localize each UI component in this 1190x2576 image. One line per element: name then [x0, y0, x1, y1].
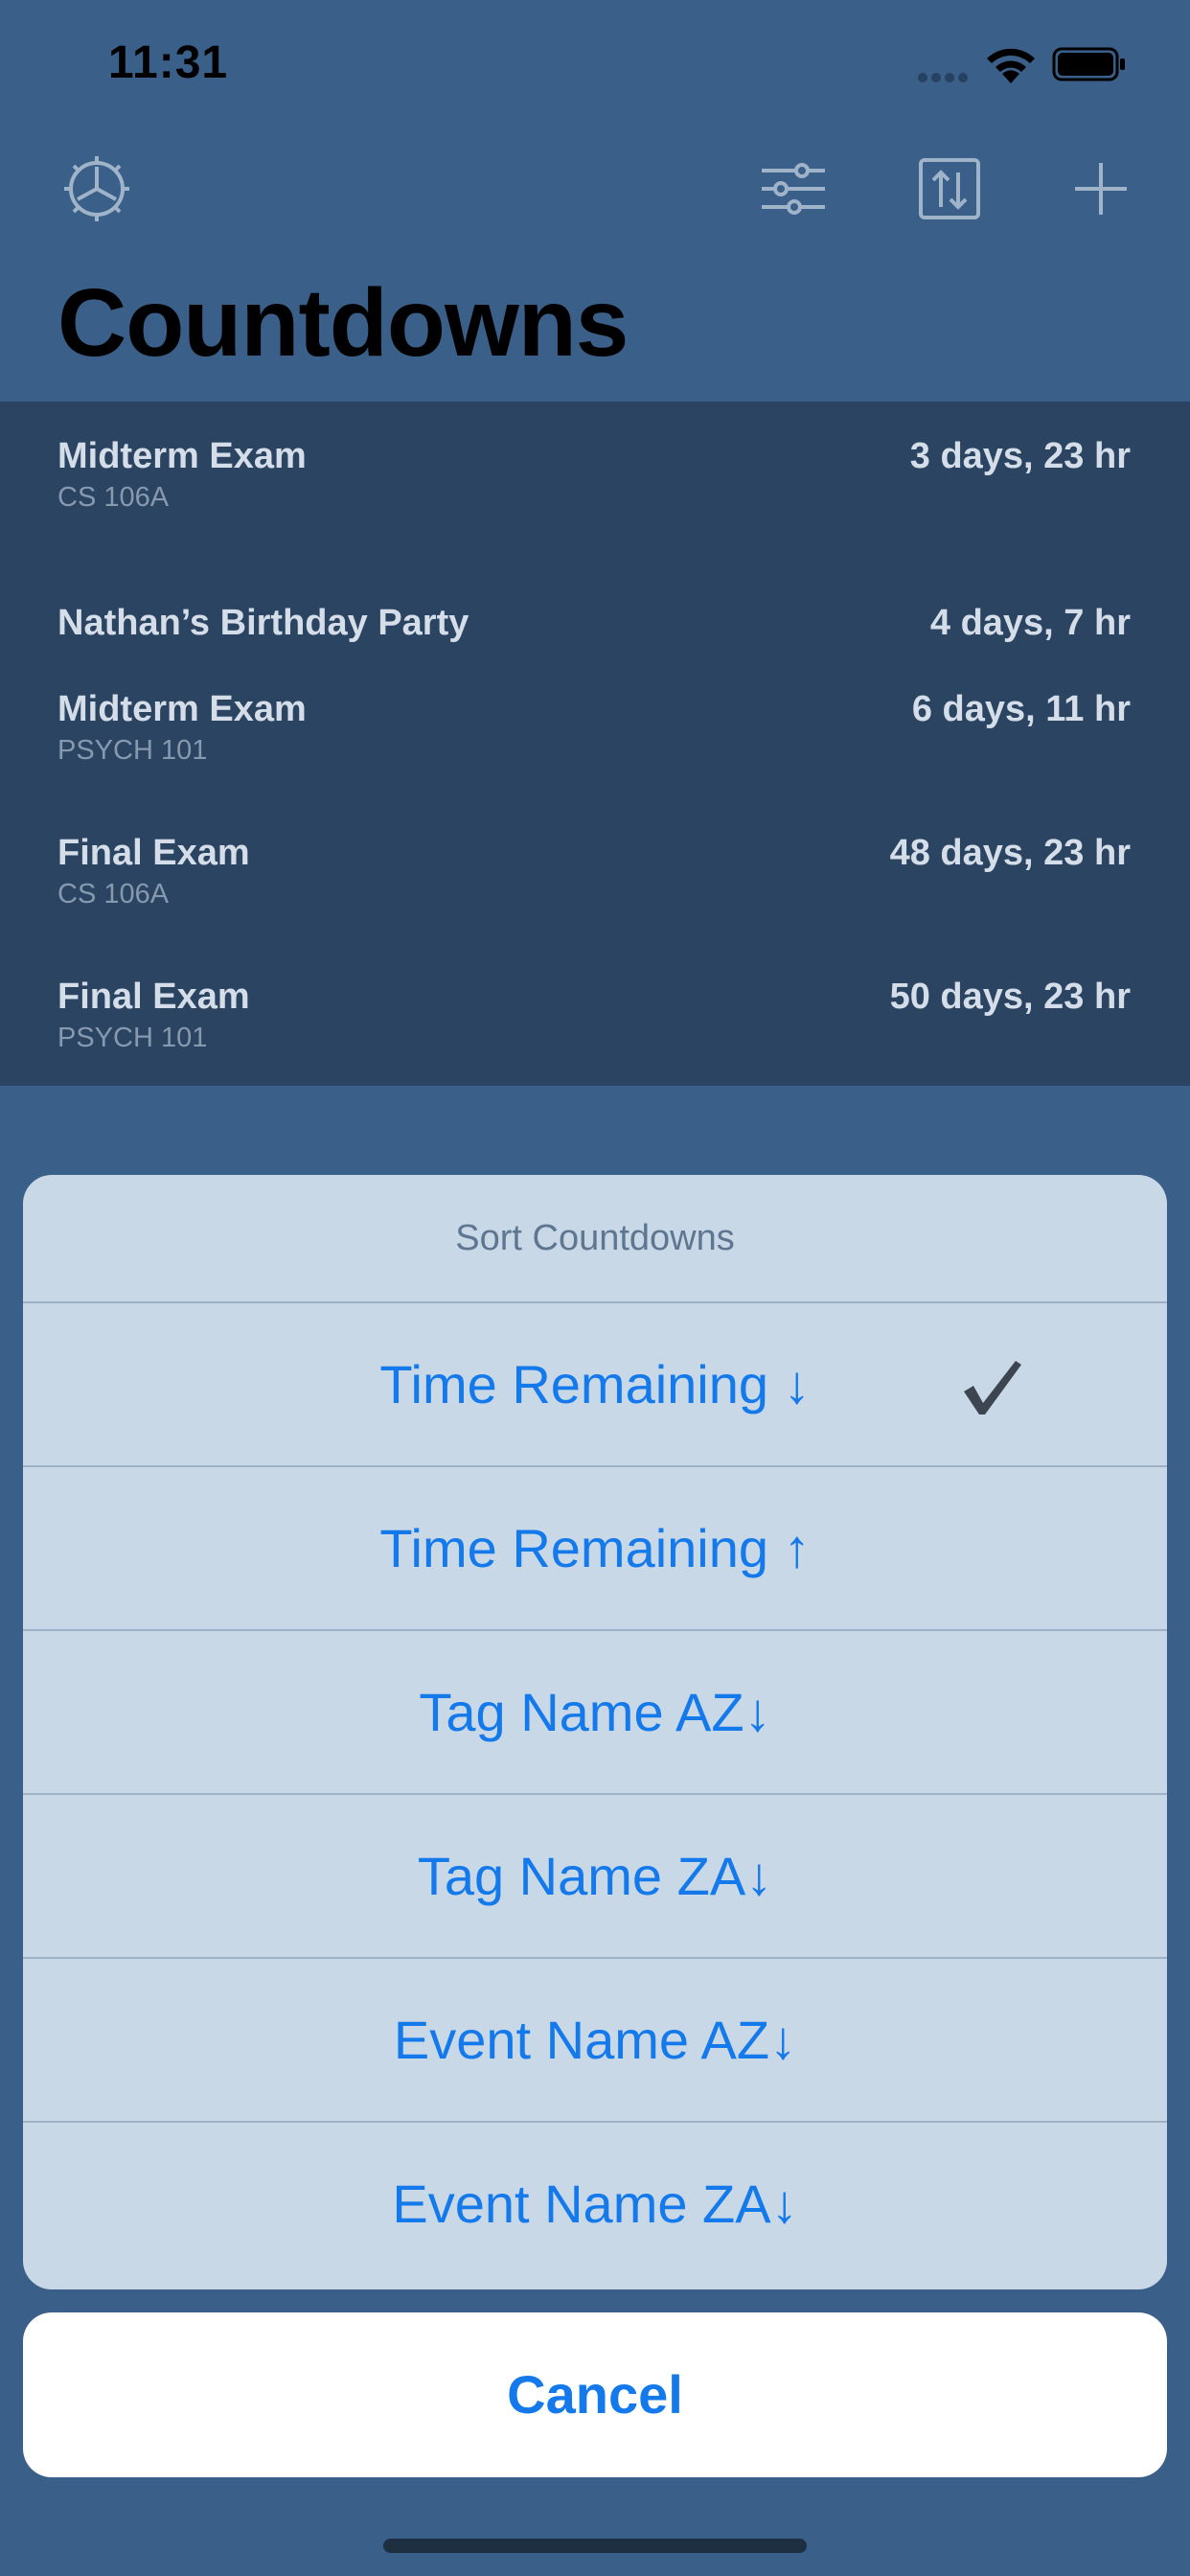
sheet-title: Sort Countdowns — [455, 1218, 735, 1258]
sliders-icon — [762, 163, 825, 215]
gear-icon — [64, 156, 129, 221]
sort-option-time-remaining-desc[interactable]: Time Remaining ↓ — [23, 1301, 1167, 1465]
page-title: Countdowns — [57, 269, 629, 377]
countdown-row[interactable]: Final Exam PSYCH 101 50 days, 23 hr — [0, 942, 1190, 1086]
sort-button[interactable] — [912, 151, 987, 226]
sort-option-event-name-az[interactable]: Event Name AZ↓ — [23, 1957, 1167, 2121]
countdown-row[interactable]: Midterm Exam PSYCH 101 6 days, 11 hr — [0, 655, 1190, 798]
countdown-time: 50 days, 23 hr — [889, 977, 1131, 1017]
countdown-title: Final Exam — [57, 977, 250, 1017]
countdown-tag: CS 106A — [57, 879, 170, 909]
home-indicator[interactable] — [383, 2539, 807, 2553]
countdown-time: 6 days, 11 hr — [911, 689, 1131, 729]
sort-option-event-name-za[interactable]: Event Name ZA↓ — [23, 2121, 1167, 2285]
countdown-title: Midterm Exam — [57, 436, 307, 476]
settings-button[interactable] — [59, 151, 134, 226]
option-label: Time Remaining ↑ — [379, 1518, 811, 1578]
cancel-button[interactable]: Cancel — [23, 2312, 1167, 2477]
wifi-icon — [983, 43, 1039, 85]
cellular-signal-icon — [918, 70, 972, 82]
countdown-title: Midterm Exam — [57, 689, 307, 729]
countdown-tag: CS 106A — [57, 482, 170, 513]
countdown-time: 3 days, 23 hr — [909, 436, 1131, 476]
battery-icon — [1052, 45, 1127, 83]
countdown-tag: PSYCH 101 — [57, 1023, 208, 1053]
countdown-title: Final Exam — [57, 833, 250, 873]
filter-button[interactable] — [756, 151, 831, 226]
countdown-time: 48 days, 23 hr — [889, 833, 1131, 873]
option-label: Event Name ZA↓ — [392, 2174, 798, 2234]
countdown-tag: PSYCH 101 — [57, 735, 208, 766]
sort-action-sheet: Sort Countdowns Time Remaining ↓ Time Re… — [23, 1175, 1167, 2289]
sort-option-tag-name-az[interactable]: Tag Name AZ↓ — [23, 1629, 1167, 1793]
sort-option-tag-name-za[interactable]: Tag Name ZA↓ — [23, 1793, 1167, 1957]
option-label: Tag Name ZA↓ — [417, 1846, 773, 1906]
countdown-time: 4 days, 7 hr — [929, 603, 1131, 643]
countdown-list: Midterm Exam CS 106A 3 days, 23 hr Natha… — [0, 402, 1190, 1086]
option-label: Tag Name AZ↓ — [419, 1682, 771, 1742]
plus-icon — [1075, 163, 1127, 215]
sort-icon — [919, 158, 980, 219]
sort-option-time-remaining-asc[interactable]: Time Remaining ↑ — [23, 1465, 1167, 1629]
checkmark-icon — [958, 1353, 1025, 1420]
status-bar: 11:31 — [0, 0, 1190, 134]
countdown-row[interactable]: Final Exam CS 106A 48 days, 23 hr — [0, 798, 1190, 942]
countdown-row[interactable]: Midterm Exam CS 106A 3 days, 23 hr — [0, 402, 1190, 545]
cancel-label: Cancel — [507, 2364, 683, 2425]
countdown-title: Nathan’s Birthday Party — [57, 603, 469, 643]
add-button[interactable] — [1064, 151, 1138, 226]
option-label: Event Name AZ↓ — [393, 2010, 797, 2070]
status-time: 11:31 — [108, 37, 229, 88]
